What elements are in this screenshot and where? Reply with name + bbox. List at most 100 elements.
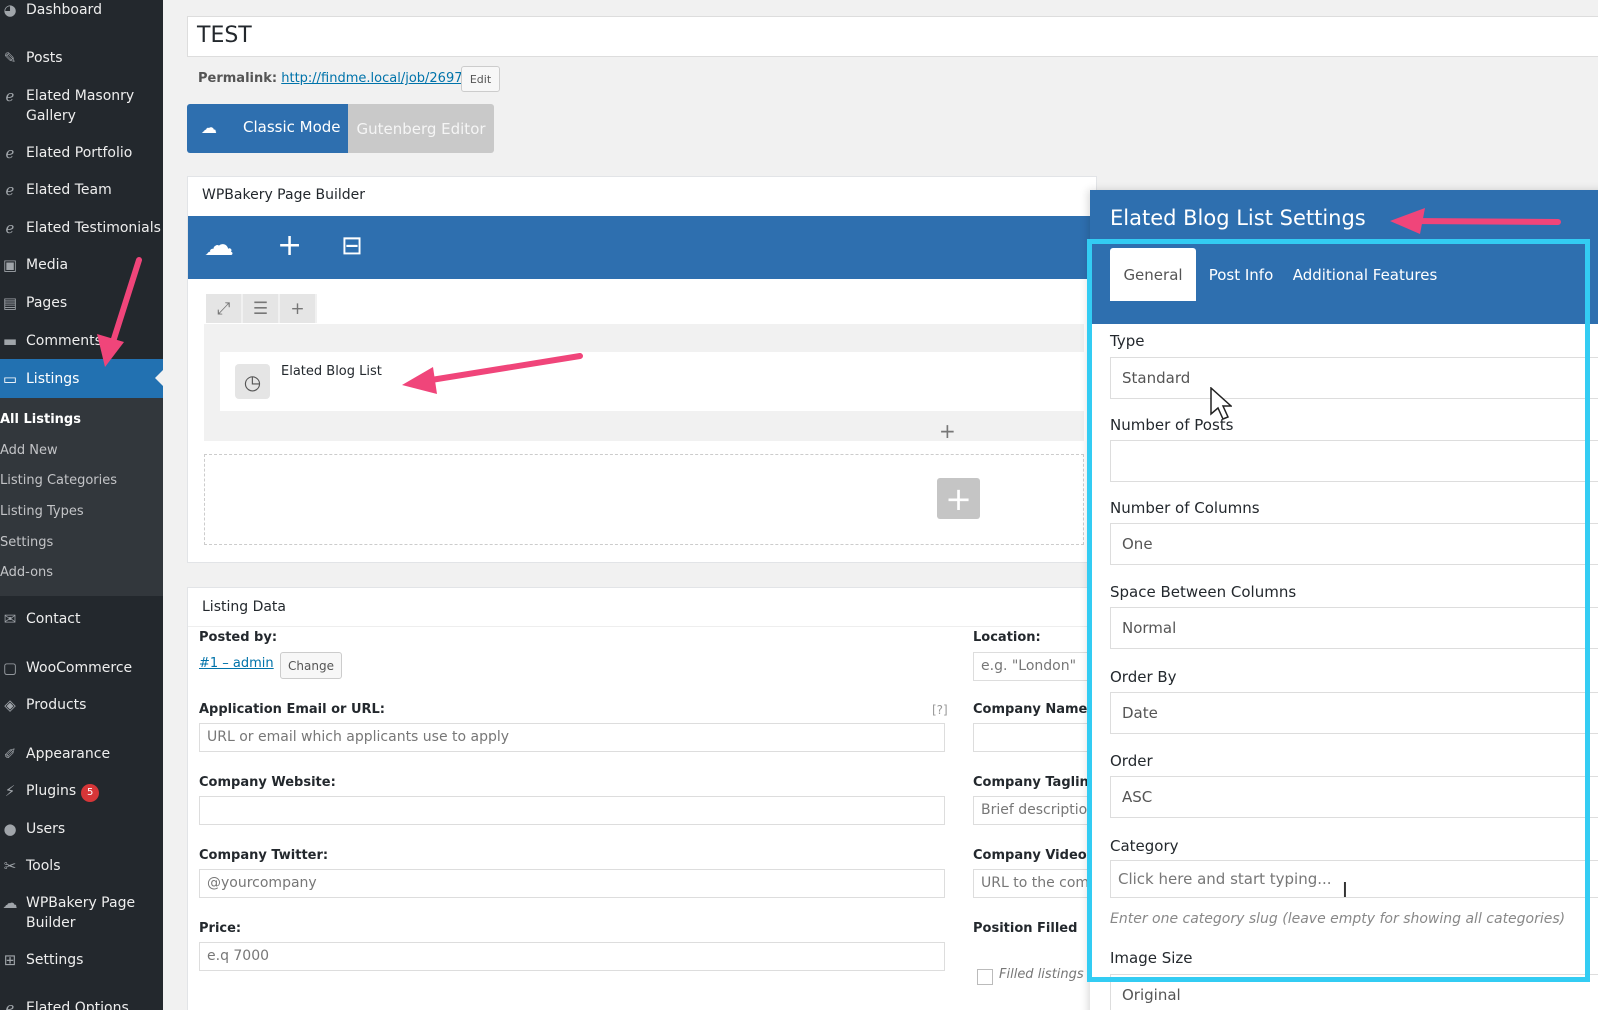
cloud-icon: ☁ <box>201 118 217 137</box>
pages-icon: ▤ <box>2 294 18 312</box>
text-cursor-icon: I <box>1342 878 1348 902</box>
num-posts-input[interactable] <box>1110 440 1598 482</box>
classic-mode-button[interactable]: ☁ Classic Mode <box>187 104 348 153</box>
num-columns-label: Number of Columns <box>1110 499 1260 517</box>
permalink: Permalink: http://findme.local/job/2697/ <box>198 69 467 89</box>
position-filled-label: Position Filled <box>973 921 1078 936</box>
elated-icon: ℯ <box>5 999 15 1010</box>
help-tooltip[interactable]: [?] <box>932 703 948 717</box>
pin-icon: ✎ <box>3 49 17 67</box>
tagline-input[interactable]: Brief description <box>973 796 1096 825</box>
wpbakery-logo-icon[interactable]: ☁ <box>204 229 234 263</box>
submenu-listing-categories[interactable]: Listing Categories <box>0 472 117 490</box>
tab-post-info[interactable]: Post Info <box>1196 248 1286 301</box>
listings-submenu: All Listings Add New Listing Categories … <box>0 398 163 596</box>
location-input[interactable]: e.g. "London" <box>973 652 1096 681</box>
add-element-icon[interactable]: + <box>277 229 302 263</box>
expand-icon[interactable]: ⤢ <box>206 294 243 323</box>
position-filled-text: Filled listings w <box>999 967 1096 982</box>
element-label: Elated Blog List <box>281 364 382 379</box>
elated-icon: ℯ <box>5 87 15 105</box>
listing-data-panel: Listing Data Posted by: #1 – admin Chang… <box>187 587 1098 1010</box>
video-input[interactable]: URL to the comp <box>973 869 1096 898</box>
drag-handle-icon[interactable]: ☰ <box>243 294 280 323</box>
briefcase-icon: ▭ <box>2 370 18 388</box>
price-input[interactable]: e.q 7000 <box>199 942 945 971</box>
tab-additional-features[interactable]: Additional Features <box>1286 248 1444 301</box>
submenu-listing-types[interactable]: Listing Types <box>0 503 84 521</box>
posted-by-link[interactable]: #1 – admin <box>199 656 274 671</box>
wpbakery-title: WPBakery Page Builder <box>202 187 366 203</box>
video-label: Company Video: <box>973 848 1092 863</box>
company-name-label: Company Name: <box>973 702 1093 717</box>
listing-data-title: Listing Data <box>202 599 286 615</box>
position-filled-checkbox[interactable] <box>977 969 993 985</box>
permalink-link[interactable]: http://findme.local/job/2697/ <box>281 71 467 86</box>
elated-icon: ℯ <box>5 181 15 199</box>
plugins-update-badge: 5 <box>81 784 100 802</box>
element-blog-list[interactable]: ◷ Elated Blog List <box>220 352 1090 411</box>
divider <box>188 626 1096 627</box>
wpbakery-toolbar: ☁ + ⊟ <box>188 216 1096 279</box>
wrench-icon: ✂ <box>3 857 17 875</box>
elated-icon: ℯ <box>5 219 15 237</box>
add-row-button[interactable]: + <box>937 478 980 519</box>
menu-listings[interactable]: ▭ Listings <box>0 359 163 398</box>
submenu-add-new[interactable]: Add New <box>0 442 58 460</box>
comments-icon: ▬ <box>2 332 18 350</box>
empty-drop-area: + <box>204 454 1084 545</box>
gutenberg-editor-button[interactable]: Gutenberg Editor <box>348 104 494 153</box>
space-columns-label: Space Between Columns <box>1110 583 1297 601</box>
price-label: Price: <box>199 921 242 936</box>
order-label: Order <box>1110 752 1153 770</box>
mail-icon: ✉ <box>3 610 17 628</box>
dashboard-icon: ◕ <box>3 1 17 19</box>
elated-icon: ℯ <box>5 144 15 162</box>
admin-sidebar: ◕ Dashboard ✎ Posts ℯ Elated Masonry Galler… <box>0 0 163 1010</box>
post-title-input[interactable]: TEST <box>187 16 1598 57</box>
category-label: Category <box>1110 837 1179 855</box>
modal-header: Elated Blog List Settings <box>1090 190 1598 243</box>
order-by-label: Order By <box>1110 668 1177 686</box>
modal-tabs: General Post Info Additional Features <box>1090 243 1598 324</box>
row-container: ◷ Elated Blog List + <box>204 324 1090 443</box>
submenu-add-ons[interactable]: Add-ons <box>0 564 53 582</box>
category-input[interactable]: Click here and start typing... <box>1110 860 1598 898</box>
space-columns-select[interactable]: Normal <box>1110 607 1598 649</box>
posted-by-label: Posted by: <box>199 630 278 645</box>
twitter-label: Company Twitter: <box>199 848 329 863</box>
type-label: Type <box>1110 332 1145 350</box>
website-label: Company Website: <box>199 775 336 790</box>
company-name-input[interactable] <box>973 723 1096 752</box>
app-email-input[interactable]: URL or email which applicants use to app… <box>199 723 945 752</box>
permalink-edit-button[interactable]: Edit <box>461 66 500 92</box>
num-columns-select[interactable]: One <box>1110 523 1598 565</box>
image-size-select[interactable]: Original <box>1110 974 1598 1010</box>
website-input[interactable] <box>199 796 945 825</box>
modal-title: Elated Blog List Settings <box>1110 206 1366 230</box>
woo-icon: ▢ <box>2 659 18 677</box>
products-icon: ◈ <box>4 696 16 714</box>
type-select[interactable]: Standard <box>1110 357 1598 399</box>
change-author-button[interactable]: Change <box>280 652 342 679</box>
submenu-settings[interactable]: Settings <box>0 534 53 552</box>
settings-icon: ⊞ <box>3 951 17 969</box>
templates-icon[interactable]: ⊟ <box>341 229 363 263</box>
app-email-label: Application Email or URL: <box>199 702 385 717</box>
active-indicator <box>155 370 163 386</box>
brush-icon: ✐ <box>3 745 17 763</box>
add-column-icon[interactable]: + <box>280 294 317 323</box>
order-by-select[interactable]: Date <box>1110 692 1598 734</box>
submenu-all-listings[interactable]: All Listings <box>0 411 81 429</box>
wpbakery-panel: WPBakery Page Builder ☁ + ⊟ ⤢ ☰ + +✎✕ ◷ … <box>187 176 1158 563</box>
tab-general[interactable]: General <box>1110 248 1196 301</box>
category-hint: Enter one category slug (leave empty for… <box>1110 911 1566 927</box>
twitter-input[interactable]: @yourcompany <box>199 869 945 898</box>
image-size-label: Image Size <box>1110 949 1193 967</box>
plugin-icon: ⚡ <box>4 782 16 800</box>
order-select[interactable]: ASC <box>1110 776 1598 818</box>
media-icon: ▣ <box>2 256 18 274</box>
clock-icon: ◷ <box>235 364 270 399</box>
mouse-pointer-icon <box>1210 387 1232 420</box>
add-to-column-icon[interactable]: + <box>939 419 956 443</box>
